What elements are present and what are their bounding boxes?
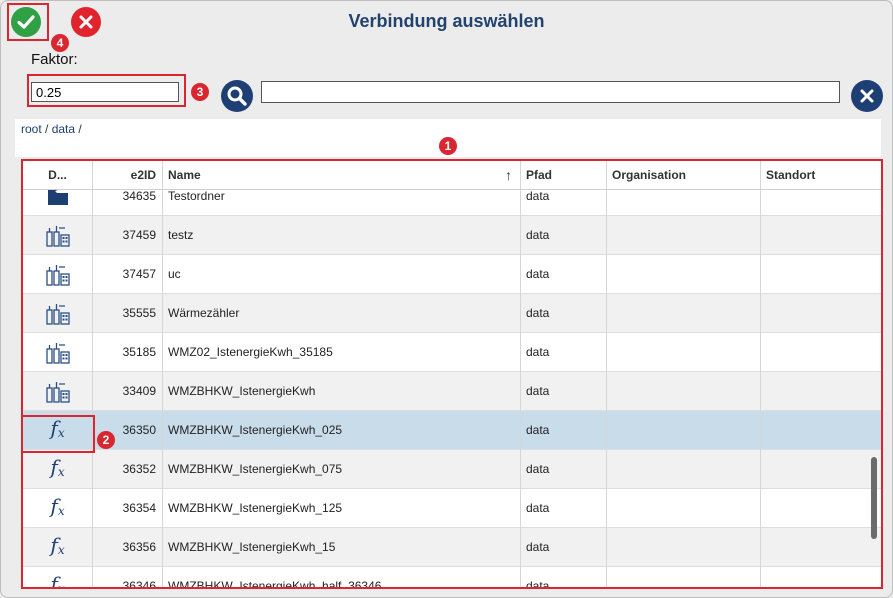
search-input[interactable] bbox=[261, 81, 840, 103]
column-header-organisation[interactable]: Organisation bbox=[607, 161, 761, 189]
annotation-badge-1: 1 bbox=[439, 137, 457, 155]
breadcrumb-data[interactable]: data bbox=[52, 122, 75, 136]
dialog-title: Verbindung auswählen bbox=[348, 11, 545, 31]
annotation-box-2 bbox=[21, 415, 95, 453]
column-header-name-label: Name bbox=[168, 168, 201, 182]
connection-dialog: 4 Verbindung auswählen Faktor: 3 root / … bbox=[0, 0, 893, 598]
breadcrumb: root / data / bbox=[21, 122, 82, 136]
faktor-label: Faktor: bbox=[31, 51, 78, 68]
breadcrumb-separator: / bbox=[75, 122, 82, 136]
annotation-box-1 bbox=[21, 159, 883, 589]
annotation-box-3 bbox=[27, 74, 186, 107]
breadcrumb-root[interactable]: root bbox=[21, 122, 42, 136]
table-header: D... e2ID Name ↑ Pfad Organisation Stand… bbox=[23, 161, 881, 190]
annotation-badge-2: 2 bbox=[97, 431, 115, 449]
clear-search-button[interactable] bbox=[851, 80, 883, 112]
search-icon bbox=[227, 86, 247, 106]
column-header-name[interactable]: Name ↑ bbox=[163, 161, 521, 189]
annotation-badge-4: 4 bbox=[51, 34, 69, 52]
search-button[interactable] bbox=[221, 80, 253, 112]
annotation-badge-3: 3 bbox=[191, 83, 209, 101]
column-header-type[interactable]: D... bbox=[23, 161, 93, 189]
column-header-id[interactable]: e2ID bbox=[93, 161, 163, 189]
sort-ascending-icon: ↑ bbox=[505, 167, 512, 183]
column-header-site[interactable]: Standort bbox=[761, 161, 881, 189]
clear-icon bbox=[860, 89, 874, 103]
breadcrumb-separator: / bbox=[41, 122, 52, 136]
column-header-path[interactable]: Pfad bbox=[521, 161, 607, 189]
